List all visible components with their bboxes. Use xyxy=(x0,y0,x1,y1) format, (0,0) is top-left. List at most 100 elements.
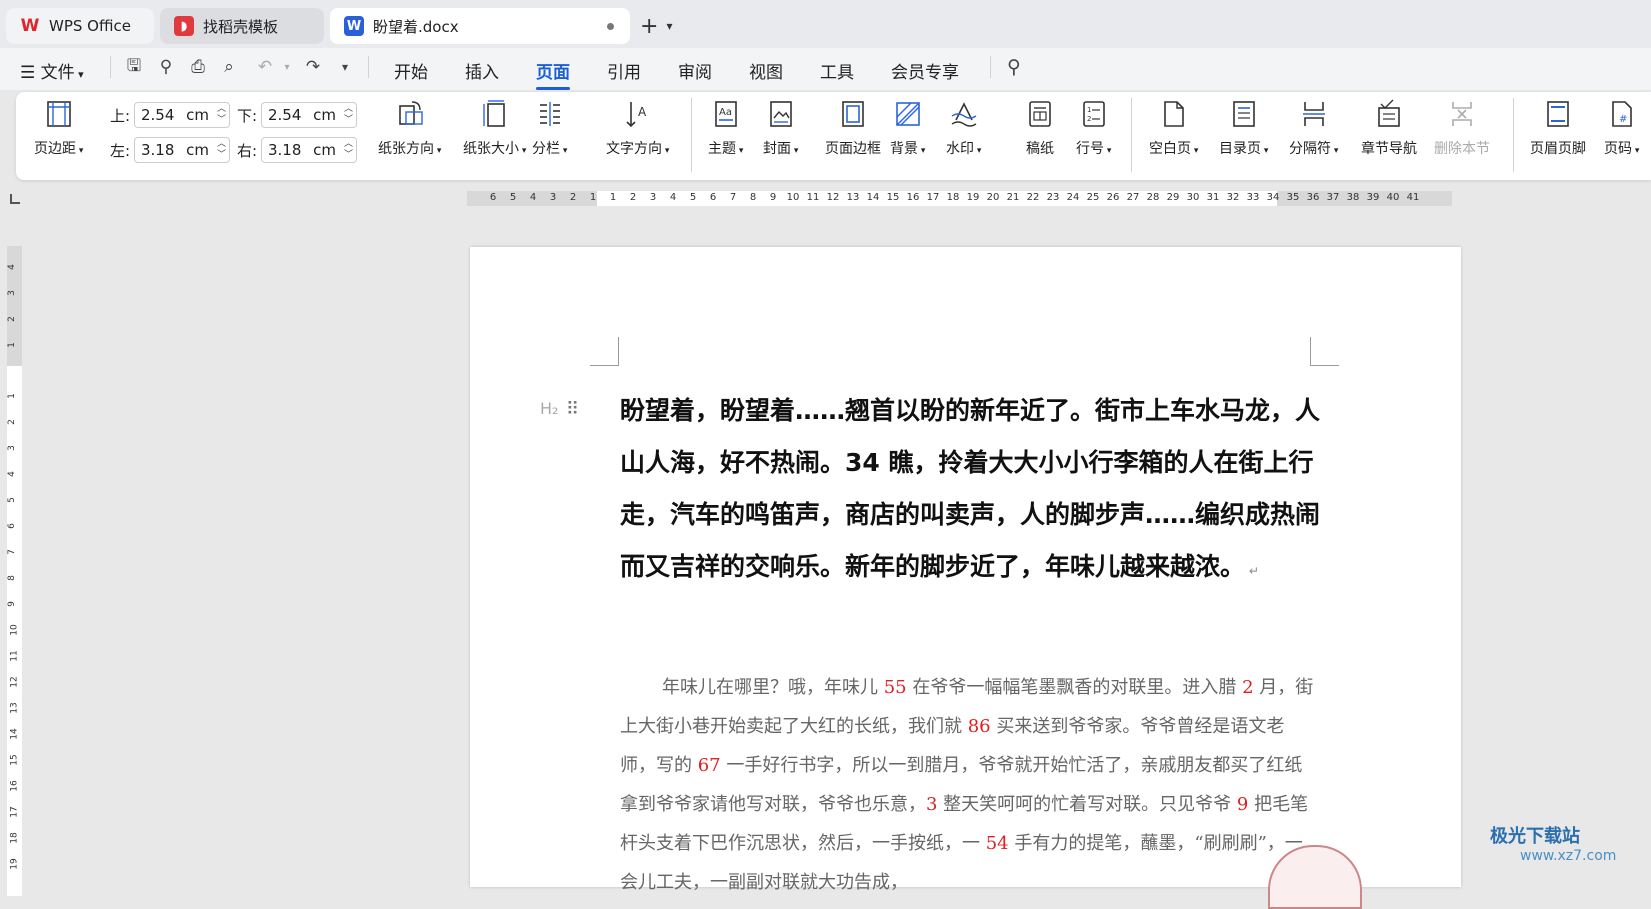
document-page[interactable]: H₂ ⠿ 盼望着，盼望着……翘首以盼的新年近了。街市上车水马龙，人山人海，好不热… xyxy=(470,247,1461,893)
ruler-tick-label: 26 xyxy=(1106,192,1120,203)
paper-size-icon xyxy=(482,100,505,127)
header-footer-button[interactable]: 页眉页脚 xyxy=(1530,98,1586,158)
unsaved-dot-icon[interactable] xyxy=(607,23,614,30)
tab-template[interactable]: ◗ 找稻壳模板 xyxy=(160,8,324,44)
blank-page-button[interactable]: 空白页 ▾ xyxy=(1149,98,1198,158)
delete-section-icon xyxy=(1452,102,1472,126)
format-painter-icon[interactable]: ⚲ xyxy=(155,56,177,78)
paper-size-button[interactable]: 纸张大小 ▾ xyxy=(463,98,526,158)
ruler-tick-label: 20 xyxy=(986,192,1000,203)
margin-top-input[interactable]: 2.54 cm ︿ ﹀ xyxy=(134,102,230,128)
manuscript-button[interactable]: 稿纸 xyxy=(1024,98,1056,158)
menu-review[interactable]: 审阅 xyxy=(678,58,712,83)
chapter-nav-button[interactable]: 章节导航 xyxy=(1361,98,1417,158)
chevron-down-icon: ▾ xyxy=(1104,146,1112,156)
text-direction-icon: A xyxy=(626,102,647,128)
plus-icon: + xyxy=(640,13,659,39)
background-button[interactable]: 背景 ▾ xyxy=(890,98,925,158)
line-number-icon: 12 xyxy=(1082,101,1105,127)
vertical-ruler[interactable]: 4 3 2 1 1 2 3 4 5 6 7 8 9 10 11 12 13 14 15 16 17 18 19 xyxy=(6,246,22,896)
ruler-tick-label: 13 xyxy=(846,192,860,203)
cover-button[interactable]: 封面 ▾ xyxy=(763,98,798,158)
line-number-button[interactable]: 12 行号 ▾ xyxy=(1076,98,1111,158)
divider xyxy=(1513,98,1514,172)
ruler-tick-label: 19 xyxy=(966,192,980,203)
chevron-down-icon: ▾ xyxy=(791,146,799,156)
page-number-button[interactable]: # 页码 ▾ xyxy=(1604,98,1639,158)
theme-button[interactable]: Aa 主题 ▾ xyxy=(708,98,743,158)
separator-icon xyxy=(1302,102,1325,126)
tab-document[interactable]: W 盼望着.docx xyxy=(330,8,630,44)
spinner-icon[interactable]: ︿ ﹀ xyxy=(344,104,353,126)
text-direction-button[interactable]: A 文字方向 ▾ xyxy=(606,98,669,158)
horizontal-ruler[interactable]: 6 5 4 3 2 1 1 2 3 4 5 6 7 8 9 10 11 12 13 14 15 16 17 18 19 20 21 2… xyxy=(467,191,1452,206)
menu-home[interactable]: 开始 xyxy=(394,58,428,83)
tab-label: WPS Office xyxy=(49,17,131,35)
ruler-tick-label: 4 xyxy=(6,264,17,270)
ruler-tick-label: 5 xyxy=(689,192,697,203)
chevron-down-icon: ▾ xyxy=(1191,146,1199,156)
menu-insert[interactable]: 插入 xyxy=(465,58,499,83)
ruler-tick-label: 15 xyxy=(9,754,20,766)
menu-page[interactable]: 页面 xyxy=(536,58,570,90)
margin-top-field: 上: 2.54 cm ︿ ﹀ xyxy=(104,102,230,128)
print-icon[interactable]: ⎙ xyxy=(187,56,209,78)
margins-button[interactable]: 页边距 ▾ xyxy=(34,98,83,158)
ruler-tick-label: 33 xyxy=(1246,192,1260,203)
chevron-down-icon: ▾ xyxy=(974,146,982,156)
ruler-tick-label: 41 xyxy=(1406,192,1420,203)
menu-references[interactable]: 引用 xyxy=(607,58,641,83)
margin-right-field: 右: 3.18 cm ︿ ﹀ xyxy=(231,137,357,163)
ruler-tick-label: 27 xyxy=(1126,192,1140,203)
undo-icon[interactable]: ↶ xyxy=(254,56,276,78)
ruler-tick-label: 40 xyxy=(1386,192,1400,203)
cover-icon xyxy=(769,101,792,127)
search-icon[interactable]: ⚲ xyxy=(1003,56,1025,78)
spinner-icon[interactable]: ︿ ﹀ xyxy=(344,139,353,161)
heading-paragraph[interactable]: 盼望着，盼望着……翘首以盼的新年近了。街市上车水马龙，人山人海，好不热闹。34 … xyxy=(620,385,1320,597)
ruler-tick-label: 7 xyxy=(6,549,17,555)
toc-page-button[interactable]: 目录页 ▾ xyxy=(1219,98,1268,158)
chevron-down-icon: ▾ xyxy=(519,146,527,156)
divider xyxy=(110,56,111,78)
menu-tools[interactable]: 工具 xyxy=(820,58,854,83)
ruler-tick-label: 13 xyxy=(9,702,20,714)
save-icon[interactable]: 🖫 xyxy=(123,56,145,78)
new-tab-button[interactable]: + ▾ xyxy=(640,13,682,39)
spinner-icon[interactable]: ︿ ﹀ xyxy=(217,104,226,126)
ruler-tick-label: 28 xyxy=(1146,192,1160,203)
margin-bottom-input[interactable]: 2.54 cm ︿ ﹀ xyxy=(261,102,357,128)
ruler-tick-label: 31 xyxy=(1206,192,1220,203)
body-paragraph[interactable]: 年味儿在哪里？哦，年味儿 55 在爷爷一幅幅笔墨飘香的对联里。进入腊 2 月，街… xyxy=(620,668,1320,902)
more-dropdown-icon[interactable]: ▾ xyxy=(334,56,356,78)
print-preview-icon[interactable]: ⌕ xyxy=(218,56,240,78)
tab-wps-office[interactable]: W WPS Office xyxy=(6,8,154,44)
watermark-button[interactable]: 水印 ▾ xyxy=(946,98,981,158)
drag-handle-icon[interactable]: ⠿ xyxy=(566,399,579,420)
file-menu-button[interactable]: ☰ 文件 ▾ xyxy=(20,58,84,83)
margin-corner-mark xyxy=(590,337,619,366)
orientation-icon xyxy=(398,101,423,125)
ruler-tick-label: 12 xyxy=(9,676,20,688)
columns-button[interactable]: 分栏 ▾ xyxy=(532,98,567,158)
tab-bar: W WPS Office ◗ 找稻壳模板 W 盼望着.docx + ▾ xyxy=(0,0,1651,48)
menu-view[interactable]: 视图 xyxy=(749,58,783,83)
menu-member[interactable]: 会员专享 xyxy=(891,58,959,83)
tab-stop-selector[interactable] xyxy=(10,194,20,204)
ruler-tick-label: 39 xyxy=(1366,192,1380,203)
spinner-icon[interactable]: ︿ ﹀ xyxy=(217,139,226,161)
redo-icon[interactable]: ↷ xyxy=(302,56,324,78)
ruler-tick-label: 25 xyxy=(1086,192,1100,203)
margin-right-input[interactable]: 3.18 cm ︿ ﹀ xyxy=(261,137,357,163)
delete-section-button[interactable]: 删除本节 xyxy=(1434,98,1490,158)
watermark-icon xyxy=(951,102,977,127)
margin-left-field: 左: 3.18 cm ︿ ﹀ xyxy=(104,137,230,163)
margin-left-input[interactable]: 3.18 cm ︿ ﹀ xyxy=(134,137,230,163)
page-border-button[interactable]: 页面边框 xyxy=(825,98,881,158)
separator-button[interactable]: 分隔符 ▾ xyxy=(1289,98,1338,158)
daoke-logo-icon: ◗ xyxy=(174,16,194,36)
orientation-button[interactable]: 纸张方向 ▾ xyxy=(378,98,441,158)
chevron-down-icon: ▾ xyxy=(74,68,84,81)
ruler-tick-label: 30 xyxy=(1186,192,1200,203)
undo-dropdown-icon[interactable]: ▾ xyxy=(276,56,298,78)
